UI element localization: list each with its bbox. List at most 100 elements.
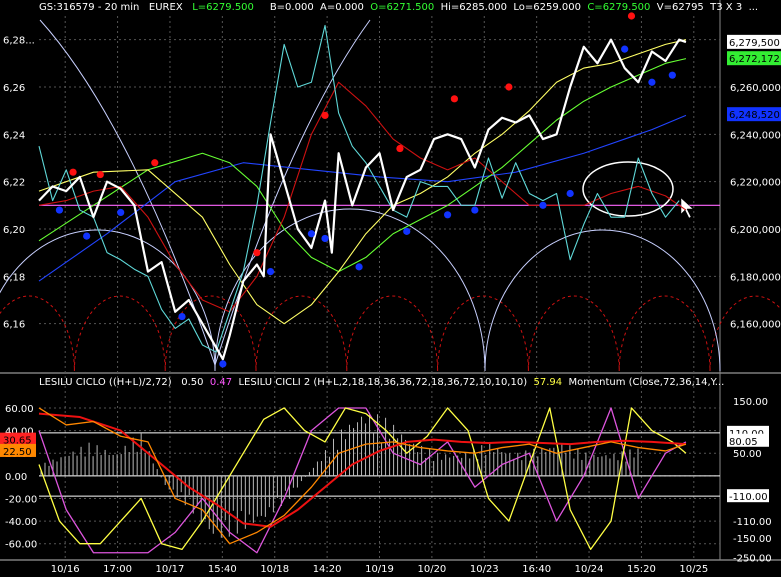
extra-label: T3 X 3: [710, 2, 743, 13]
indicator2-label: LESILU CICLI 2 (H+L,2,18,18,36,36,72,18,…: [238, 377, 528, 388]
osc-right-tag: 80.05: [729, 437, 758, 448]
y-tick-left: 6,24: [3, 130, 25, 141]
x-tick-label: 10/16: [51, 564, 80, 575]
trough-dot: [307, 230, 315, 238]
price-tag: 6,248,520: [729, 110, 780, 121]
y-tick-right: 6,260,000: [730, 83, 781, 94]
price-tag: 6,272,172: [729, 54, 780, 65]
cycle-arc-large: [214, 208, 486, 372]
osc-tick-right: -250.00: [733, 553, 772, 564]
y-tick-right: 6,200,000: [730, 225, 781, 236]
exchange-label: EUREX: [148, 2, 183, 13]
cycle-arc-small: [346, 295, 439, 372]
trough-dot: [403, 227, 411, 235]
ask-value: A=0.000: [320, 2, 364, 13]
trough-dot: [219, 360, 227, 368]
trough-dot: [444, 211, 452, 219]
osc-tick-left: 60.00: [5, 404, 34, 415]
last-price: L=6279.500: [192, 2, 254, 13]
symbol-label: GS:316579 - 20 min: [39, 2, 140, 13]
peak-dot: [321, 111, 329, 119]
x-tick-label: 10/18: [260, 564, 289, 575]
indicator1-label: LESILU CICLO ((H+L)/2,72): [39, 377, 172, 388]
close-value: C=6279.500: [587, 2, 651, 13]
y-tick-right: 6,240,000: [730, 130, 781, 141]
x-tick-label: 10/23: [470, 564, 499, 575]
cycle-arc-small: [527, 295, 620, 372]
high-value: Hi=6285.000: [440, 2, 507, 13]
indicator1-value: 0.50: [181, 377, 204, 388]
x-tick-label: 14:20: [313, 564, 342, 575]
cycle-arc-small: [0, 295, 75, 372]
trading-chart[interactable]: 10/16 17:00 10/17 15:40 10/18 14:20 10/19 10/20…: [0, 0, 781, 577]
price-tag: 6,279,500: [729, 38, 780, 49]
cycle-arc-large: [484, 229, 721, 372]
x-tick-label: 10/17: [156, 564, 185, 575]
osc-tick-left: -40.00: [5, 517, 37, 528]
osc-tick-left: -20.00: [5, 494, 37, 505]
trough-dot: [566, 189, 574, 198]
x-tick-label: 15:40: [208, 564, 237, 575]
header-bar: GS:316579 - 20 min EUREX L=6279.500 B=0.…: [39, 1, 758, 15]
bid-value: B=0.000: [269, 2, 314, 13]
cycle-arc-small: [437, 295, 529, 372]
osc-tick-right: -150.00: [733, 534, 772, 545]
y-tick-right: 6,220,000: [730, 178, 781, 189]
trough-dot: [539, 201, 547, 209]
low-value: Lo=6259.000: [513, 2, 581, 13]
peak-dot: [396, 144, 404, 153]
trough-dot: [621, 45, 629, 53]
osc-right-tag: -110.00: [729, 492, 768, 503]
cycle-arc-small: [618, 295, 711, 372]
trough-dot: [355, 263, 363, 271]
osc-left-tag: 22.50: [3, 447, 32, 458]
y-tick-left: 6,22: [3, 178, 25, 189]
osc-tick-right: 50.00: [733, 449, 762, 460]
cycle-arc-small: [73, 295, 166, 372]
cycle-arc-large: [0, 229, 216, 372]
osc-series-red: [38, 412, 687, 528]
peak-dot: [450, 95, 459, 103]
indicator3-label: Momentum (Close,72,36,14,Y...: [568, 377, 725, 388]
osc-series-yellow: [38, 407, 687, 550]
indicator1-value2: 0.47: [209, 377, 233, 388]
x-tick-label: 10/20: [417, 564, 446, 575]
osc-tick-right: 150.00: [733, 397, 768, 408]
trough-dot: [55, 206, 64, 214]
trough-dot: [266, 268, 275, 276]
y-tick-left: 6,28...: [3, 36, 35, 47]
series-green_band: [38, 58, 687, 273]
trough-dot: [178, 312, 186, 321]
open-value: O=6271.500: [370, 2, 435, 13]
y-tick-right: 6,180,000: [730, 272, 781, 283]
trough-dot: [648, 78, 656, 86]
more-label: ...: [748, 2, 759, 13]
trough-dot: [668, 71, 676, 79]
x-tick-label: 16:40: [522, 564, 551, 575]
cycle-arc-small: [709, 295, 781, 372]
volume-value: V=62795: [656, 2, 704, 13]
peak-dot: [505, 83, 513, 91]
trough-dot: [117, 208, 125, 217]
cycle-arc-small: [255, 295, 348, 372]
trough-dot: [321, 234, 329, 243]
x-tick-label: 15:20: [627, 564, 656, 575]
x-tick-label: 10/24: [575, 564, 604, 575]
x-tick-label: 10/19: [365, 564, 394, 575]
peak-dot: [69, 168, 77, 176]
osc-tick-left: -60.00: [5, 540, 37, 551]
x-tick-label: 10/25: [679, 564, 708, 575]
y-tick-left: 6,26: [3, 83, 25, 94]
y-tick-left: 6,20: [3, 225, 25, 236]
peak-dot: [151, 159, 159, 167]
trough-dot: [471, 206, 479, 214]
peak-dot: [96, 170, 104, 179]
y-tick-left: 6,16: [3, 320, 25, 331]
y-tick-right: 6,160,000: [730, 320, 781, 331]
peak-dot: [253, 249, 261, 257]
indicator-header: LESILU CICLO ((H+L)/2,72) 0.50 0.47 LESI…: [39, 376, 724, 390]
indicator2-value: 57.94: [533, 377, 563, 388]
osc-tick-right: -110.00: [733, 517, 772, 528]
trough-dot: [83, 232, 91, 240]
osc-tick-left: 0.00: [5, 472, 27, 483]
